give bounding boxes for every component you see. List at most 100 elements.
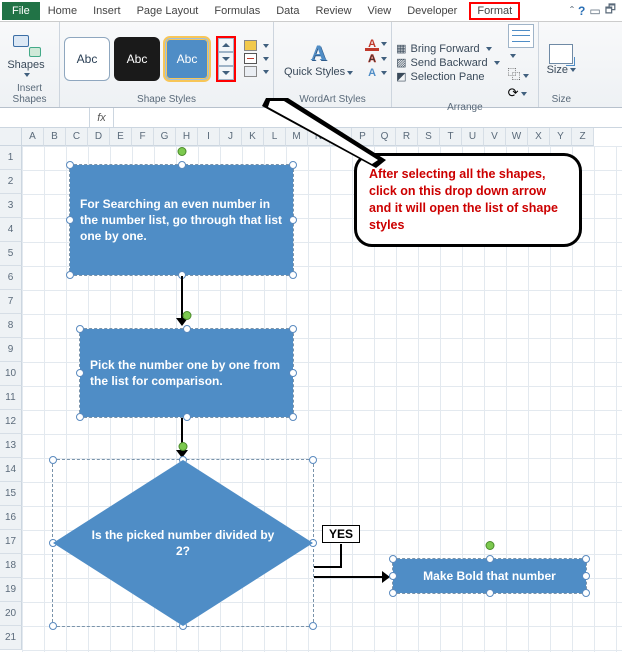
- bring-forward-button[interactable]: ▦Bring Forward: [396, 42, 499, 55]
- tab-insert[interactable]: Insert: [85, 2, 129, 20]
- cells-area[interactable]: For Searching an even number in the numb…: [22, 146, 622, 652]
- tab-page-layout[interactable]: Page Layout: [129, 2, 207, 20]
- col-header[interactable]: H: [176, 128, 198, 146]
- callout-text: After selecting all the shapes, click on…: [369, 167, 558, 232]
- row-header[interactable]: 1: [0, 146, 22, 170]
- decision-yes-label[interactable]: YES: [322, 525, 360, 543]
- row-header[interactable]: 14: [0, 458, 22, 482]
- quick-styles-button[interactable]: A Quick Styles: [278, 38, 359, 78]
- fx-icon[interactable]: fx: [90, 108, 114, 127]
- row-header[interactable]: 15: [0, 482, 22, 506]
- row-header[interactable]: 2: [0, 170, 22, 194]
- connector-elbow[interactable]: [314, 576, 384, 578]
- tab-developer[interactable]: Developer: [399, 2, 465, 20]
- col-header[interactable]: Y: [550, 128, 572, 146]
- group-shape-styles-label: Shape Styles: [64, 93, 269, 107]
- row-header[interactable]: 17: [0, 530, 22, 554]
- text-effects-button[interactable]: A: [365, 67, 387, 79]
- col-header[interactable]: J: [220, 128, 242, 146]
- shape-fill-button[interactable]: [244, 40, 269, 51]
- shape-effects-button[interactable]: [244, 66, 269, 77]
- row-header[interactable]: 12: [0, 410, 22, 434]
- shape-styles-gallery-dropdown[interactable]: [216, 36, 236, 82]
- row-header[interactable]: 13: [0, 434, 22, 458]
- connector-elbow[interactable]: [314, 566, 342, 568]
- ribbon: Shapes Insert Shapes Abc Abc Abc Shape S…: [0, 22, 622, 108]
- gallery-up-icon[interactable]: [218, 38, 234, 52]
- col-header[interactable]: G: [154, 128, 176, 146]
- chevron-down-icon: [523, 74, 529, 78]
- row-header[interactable]: 6: [0, 266, 22, 290]
- tab-data[interactable]: Data: [268, 2, 307, 20]
- col-header[interactable]: F: [132, 128, 154, 146]
- col-header[interactable]: R: [396, 128, 418, 146]
- col-header[interactable]: I: [198, 128, 220, 146]
- row-header[interactable]: 5: [0, 242, 22, 266]
- bring-forward-icon: ▦: [396, 42, 406, 55]
- tab-file[interactable]: File: [2, 2, 40, 20]
- shape-style-preset-3-selected[interactable]: Abc: [164, 37, 210, 81]
- row-header[interactable]: 11: [0, 386, 22, 410]
- tab-review[interactable]: Review: [307, 2, 359, 20]
- window-restore-icon[interactable]: ▭: [589, 4, 600, 18]
- tab-formulas[interactable]: Formulas: [206, 2, 268, 20]
- chevron-down-icon: [263, 44, 269, 48]
- shape-style-preset-1[interactable]: Abc: [64, 37, 110, 81]
- col-header[interactable]: T: [440, 128, 462, 146]
- row-header[interactable]: 8: [0, 314, 22, 338]
- group-button[interactable]: ⿻: [508, 64, 534, 83]
- col-header[interactable]: E: [110, 128, 132, 146]
- chevron-down-icon: [381, 42, 387, 46]
- align-button[interactable]: [508, 24, 534, 62]
- tab-home[interactable]: Home: [40, 2, 85, 20]
- help-icon[interactable]: ?: [578, 4, 585, 18]
- col-header[interactable]: W: [506, 128, 528, 146]
- name-box[interactable]: [0, 108, 90, 127]
- row-header[interactable]: 21: [0, 626, 22, 650]
- flowchart-process-2[interactable]: Pick the number one by one from the list…: [79, 328, 294, 418]
- col-header[interactable]: C: [66, 128, 88, 146]
- row-header[interactable]: 4: [0, 218, 22, 242]
- flowchart-process-1[interactable]: For Searching an even number in the numb…: [69, 164, 294, 276]
- col-header[interactable]: Z: [572, 128, 594, 146]
- window-max-icon[interactable]: 🗗: [605, 0, 616, 21]
- flowchart-result[interactable]: Make Bold that number: [392, 558, 587, 594]
- col-header[interactable]: S: [418, 128, 440, 146]
- row-header[interactable]: 9: [0, 338, 22, 362]
- row-header[interactable]: 16: [0, 506, 22, 530]
- tab-view[interactable]: View: [360, 2, 400, 20]
- shape-outline-button[interactable]: [244, 53, 269, 64]
- col-header[interactable]: U: [462, 128, 484, 146]
- group-insert-shapes: Shapes Insert Shapes: [0, 22, 60, 107]
- gallery-down-icon[interactable]: [218, 52, 234, 66]
- connector-elbow[interactable]: [340, 544, 342, 568]
- row-header[interactable]: 7: [0, 290, 22, 314]
- text-outline-button[interactable]: A: [365, 53, 387, 65]
- size-button[interactable]: Size: [543, 42, 580, 76]
- send-backward-button[interactable]: ▨Send Backward: [396, 56, 499, 69]
- col-header[interactable]: X: [528, 128, 550, 146]
- row-header[interactable]: 20: [0, 602, 22, 626]
- gallery-more-icon[interactable]: [218, 66, 234, 80]
- chevron-down-icon: [521, 92, 527, 96]
- ribbon-minimize-icon[interactable]: ˆ: [570, 4, 574, 18]
- rotate-button[interactable]: ⟳: [508, 85, 534, 101]
- annotation-callout[interactable]: After selecting all the shapes, click on…: [354, 153, 582, 247]
- text-fill-button[interactable]: A: [365, 38, 387, 52]
- group-insert-shapes-label: Insert Shapes: [4, 82, 55, 107]
- col-header[interactable]: V: [484, 128, 506, 146]
- col-header[interactable]: B: [44, 128, 66, 146]
- selection-pane-button[interactable]: ◩Selection Pane: [396, 70, 499, 83]
- col-header[interactable]: D: [88, 128, 110, 146]
- col-header[interactable]: A: [22, 128, 44, 146]
- select-all-corner[interactable]: [0, 128, 22, 146]
- row-header[interactable]: 19: [0, 578, 22, 602]
- row-header[interactable]: 18: [0, 554, 22, 578]
- row-header[interactable]: 3: [0, 194, 22, 218]
- shape-style-preset-2[interactable]: Abc: [114, 37, 160, 81]
- flowchart-decision[interactable]: Is the picked number divided by 2?: [52, 459, 314, 627]
- shapes-button[interactable]: Shapes: [4, 29, 48, 77]
- tab-format[interactable]: Format: [469, 2, 520, 20]
- chevron-down-icon: [510, 54, 516, 58]
- row-header[interactable]: 10: [0, 362, 22, 386]
